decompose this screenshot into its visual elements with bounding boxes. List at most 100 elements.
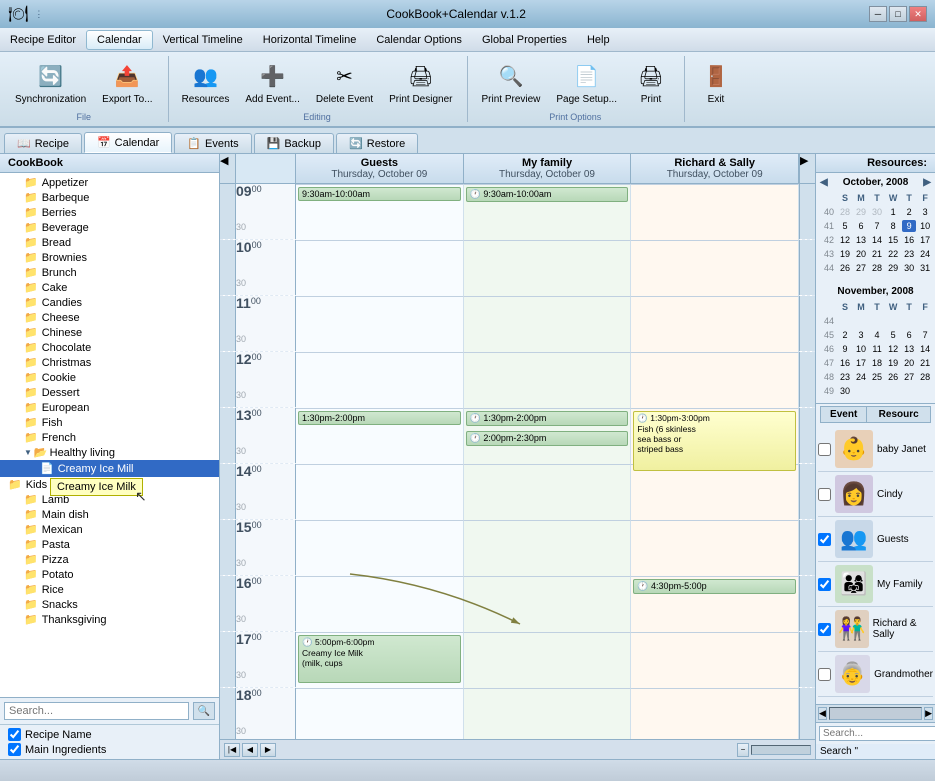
guests-checkbox[interactable] — [818, 533, 831, 546]
sidebar-item-snacks[interactable]: 📁Snacks — [0, 597, 219, 612]
oct-28[interactable]: 28 — [870, 262, 884, 274]
sidebar-item-creamy-ice-milk[interactable]: 📄 Creamy Ice Mill — [0, 460, 219, 477]
sidebar-item-french[interactable]: 📁French — [0, 430, 219, 445]
sidebar-item-bread[interactable]: 📁Bread — [0, 235, 219, 250]
oct-12[interactable]: 12 — [838, 234, 852, 246]
oct-17[interactable]: 17 — [918, 234, 932, 246]
oct-20[interactable]: 20 — [854, 248, 868, 260]
recipe-name-checkbox[interactable] — [8, 728, 21, 741]
sidebar-item-candies[interactable]: 📁Candies — [0, 295, 219, 310]
tab-backup[interactable]: 💾 Backup — [254, 133, 334, 153]
sidebar-item-cake[interactable]: 📁Cake — [0, 280, 219, 295]
oct-1[interactable]: 1 — [886, 206, 900, 218]
menu-horizontal-timeline[interactable]: Horizontal Timeline — [253, 31, 367, 49]
print-button[interactable]: 🖨 Print — [626, 56, 676, 110]
oct-24[interactable]: 24 — [918, 248, 932, 260]
nav-next-button[interactable]: ▶ — [260, 743, 276, 757]
close-button[interactable]: ✕ — [909, 6, 927, 22]
oct-22[interactable]: 22 — [886, 248, 900, 260]
sidebar-item-christmas[interactable]: 📁Christmas — [0, 355, 219, 370]
sidebar-item-potato[interactable]: 📁Potato — [0, 567, 219, 582]
exit-button[interactable]: 🚪 Exit — [691, 56, 741, 110]
tab-restore[interactable]: 🔄 Restore — [336, 133, 418, 153]
sidebar-item-healthy-living[interactable]: ▼ 📂 Healthy living — [0, 445, 219, 460]
sidebar-item-chinese[interactable]: 📁Chinese — [0, 325, 219, 340]
oct-8[interactable]: 8 — [886, 220, 900, 232]
event-130-myfamily[interactable]: 🕐 1:30pm-2:00pm — [466, 411, 629, 426]
oct-3[interactable]: 3 — [918, 206, 932, 218]
sidebar-item-brownies[interactable]: 📁Brownies — [0, 250, 219, 265]
nav-minus-button[interactable]: − — [737, 743, 749, 757]
oct-23[interactable]: 23 — [902, 248, 916, 260]
oct-14[interactable]: 14 — [870, 234, 884, 246]
right-nav-right[interactable]: ▶ — [924, 707, 933, 720]
sidebar-item-cheese[interactable]: 📁Cheese — [0, 310, 219, 325]
prev-month-button[interactable]: ◀ — [820, 177, 828, 188]
sidebar-item-thanksgiving[interactable]: 📁Thanksgiving — [0, 612, 219, 627]
tab-calendar[interactable]: 📅 Calendar — [84, 132, 172, 153]
oct-6[interactable]: 6 — [854, 220, 868, 232]
oct-29[interactable]: 29 — [854, 206, 868, 218]
grandmother-checkbox[interactable] — [818, 668, 831, 681]
oct-30[interactable]: 30 — [870, 206, 884, 218]
tab-events[interactable]: 📋 Events — [174, 133, 251, 153]
oct-29[interactable]: 29 — [886, 262, 900, 274]
oct-7[interactable]: 7 — [870, 220, 884, 232]
event-930-myfamily[interactable]: 🕐 9:30am-10:00am — [466, 187, 629, 202]
checkbox-recipe-name[interactable]: Recipe Name — [8, 727, 211, 742]
oct-9[interactable]: 9 — [902, 220, 916, 232]
sidebar-item-berries[interactable]: 📁Berries — [0, 205, 219, 220]
sidebar-search-input[interactable] — [4, 702, 189, 720]
nav-prev-button[interactable]: ◀ — [242, 743, 258, 757]
minimize-button[interactable]: ─ — [869, 6, 887, 22]
sidebar-item-pizza[interactable]: 📁Pizza — [0, 552, 219, 567]
export-button[interactable]: 📤 Export To... — [95, 56, 159, 110]
oct-31[interactable]: 31 — [918, 262, 932, 274]
baby-janet-checkbox[interactable] — [818, 443, 831, 456]
menu-help[interactable]: Help — [577, 31, 620, 49]
sidebar-item-main-dish[interactable]: 📁Main dish — [0, 507, 219, 522]
right-scrollbar[interactable] — [829, 707, 922, 720]
event-130-richard[interactable]: 🕐 1:30pm-3:00pmFish (6 skinlesssea bass … — [633, 411, 796, 471]
menu-calendar[interactable]: Calendar — [86, 30, 153, 50]
next-month-button[interactable]: ▶ — [923, 177, 931, 188]
sync-button[interactable]: 🔄 Synchronization — [8, 56, 93, 110]
sidebar-item-brunch[interactable]: 📁Brunch — [0, 265, 219, 280]
maximize-button[interactable]: □ — [889, 6, 907, 22]
tab-recipe[interactable]: 📖 Recipe — [4, 133, 82, 153]
sidebar-item-chocolate[interactable]: 📁Chocolate — [0, 340, 219, 355]
right-search-input[interactable] — [819, 726, 935, 741]
oct-26[interactable]: 26 — [838, 262, 852, 274]
main-ingredients-checkbox[interactable] — [8, 743, 21, 756]
cindy-checkbox[interactable] — [818, 488, 831, 501]
sidebar-item-beverage[interactable]: 📁Beverage — [0, 220, 219, 235]
delete-event-button[interactable]: ✂ Delete Event — [309, 56, 380, 110]
oct-16[interactable]: 16 — [902, 234, 916, 246]
sidebar-item-barbeque[interactable]: 📁Barbeque — [0, 190, 219, 205]
menu-vertical-timeline[interactable]: Vertical Timeline — [153, 31, 253, 49]
nav-first-button[interactable]: |◀ — [224, 743, 240, 757]
richard-sally-checkbox[interactable] — [818, 623, 831, 636]
scroll-right-button[interactable]: ▶ — [799, 154, 815, 183]
checkbox-main-ingredients[interactable]: Main Ingredients — [8, 742, 211, 757]
sidebar-item-european[interactable]: 📁European — [0, 400, 219, 415]
scroll-thumb[interactable] — [751, 745, 811, 755]
oct-30[interactable]: 30 — [902, 262, 916, 274]
sidebar-item-pasta[interactable]: 📁Pasta — [0, 537, 219, 552]
event-930-guests[interactable]: 9:30am-10:00am — [298, 187, 461, 201]
event-500-guests[interactable]: 🕐 5:00pm-6:00pmCreamy Ice Milk(milk, cup… — [298, 635, 461, 683]
oct-19[interactable]: 19 — [838, 248, 852, 260]
print-preview-button[interactable]: 🔍 Print Preview — [474, 56, 547, 110]
sidebar-item-mexican[interactable]: 📁Mexican — [0, 522, 219, 537]
oct-27[interactable]: 27 — [854, 262, 868, 274]
menu-global-properties[interactable]: Global Properties — [472, 31, 577, 49]
oct-28[interactable]: 28 — [838, 206, 852, 218]
sidebar-search-button[interactable]: 🔍 — [193, 702, 215, 720]
oct-13[interactable]: 13 — [854, 234, 868, 246]
oct-5[interactable]: 5 — [838, 220, 852, 232]
event-200-myfamily[interactable]: 🕐 2:00pm-2:30pm — [466, 431, 629, 446]
menu-calendar-options[interactable]: Calendar Options — [366, 31, 472, 49]
sidebar-item-cookie[interactable]: 📁Cookie — [0, 370, 219, 385]
scroll-left-button[interactable]: ◀ — [220, 154, 236, 183]
menu-recipe-editor[interactable]: Recipe Editor — [0, 31, 86, 49]
